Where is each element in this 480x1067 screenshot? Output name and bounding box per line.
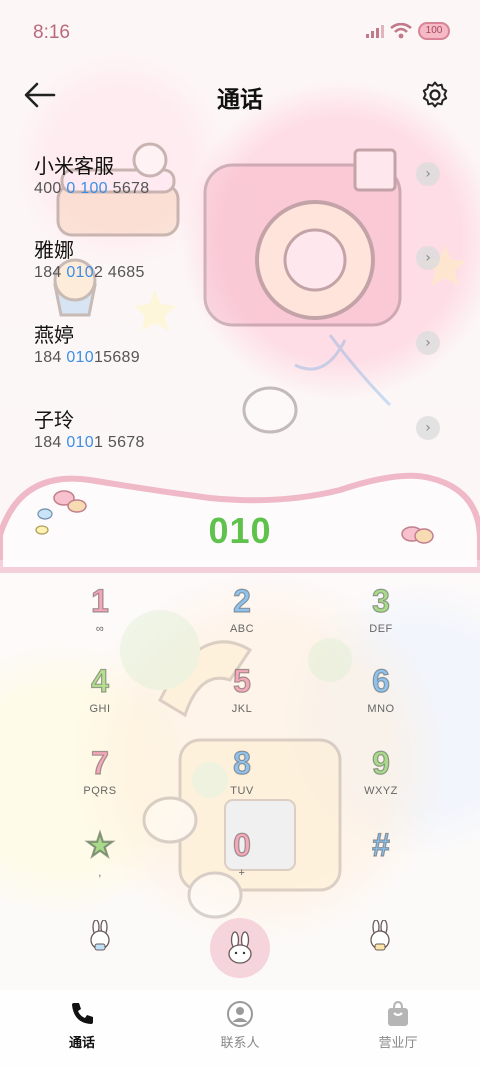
contact-name: 雅娜 <box>34 238 74 262</box>
contact-name: 燕婷 <box>34 323 74 347</box>
bunny-call-icon <box>228 931 252 964</box>
recent-call-item[interactable]: 小米客服 400 0 100 5678 › <box>0 138 480 222</box>
phone-number: 400 0 100 5678 <box>34 180 149 198</box>
battery-icon: 100 <box>418 22 450 40</box>
key-letters: MNO <box>367 703 395 715</box>
wifi-icon <box>390 23 412 39</box>
number-match-highlight: 010 <box>66 349 94 366</box>
store-bag-icon <box>388 1000 408 1026</box>
tab-calls[interactable]: 通话 <box>32 1000 132 1051</box>
dial-key-3[interactable]: 3 DEF <box>331 583 431 654</box>
key-letters: PQRS <box>83 785 117 797</box>
key-digit: 2 <box>232 583 251 619</box>
tab-store[interactable]: 营业厅 <box>348 1000 448 1051</box>
recent-call-item[interactable]: 燕婷 184 01015689 › <box>0 307 480 391</box>
number-part: 184 <box>34 434 67 451</box>
contact-name: 子玲 <box>34 408 74 432</box>
status-bar: 8:16 100 <box>0 0 480 68</box>
recent-call-item[interactable]: 雅娜 184 0102 4685 › <box>0 222 480 306</box>
number-match-highlight: 010 <box>66 264 94 281</box>
tab-label: 联系人 <box>220 1036 260 1051</box>
details-chevron-icon[interactable]: › <box>416 162 440 186</box>
phone-number: 184 01015689 <box>34 349 140 367</box>
number-part: 1 5678 <box>93 434 145 451</box>
key-digit: 4 <box>90 663 109 699</box>
dial-key-5[interactable]: 5 JKL <box>192 663 292 734</box>
phone-icon <box>72 1003 93 1024</box>
dialed-number-display[interactable]: 010 <box>0 510 480 552</box>
tab-label: 通话 <box>68 1036 95 1051</box>
key-digit: 7 <box>90 745 109 781</box>
number-part: 2 4685 <box>93 264 145 281</box>
status-time: 8:16 <box>33 22 70 43</box>
key-digit: 6 <box>371 663 390 699</box>
phone-number: 184 0102 4685 <box>34 264 145 282</box>
key-digit: 9 <box>371 745 390 781</box>
dial-key-7[interactable]: 7 PQRS <box>50 745 150 816</box>
key-digit: # <box>371 827 390 863</box>
key-letters: TUV <box>230 785 254 797</box>
contact-name: 小米客服 <box>34 154 114 178</box>
number-part: 5678 <box>107 180 150 197</box>
number-part: 15689 <box>93 349 140 366</box>
key-digit: 5 <box>232 663 251 699</box>
recent-call-item[interactable]: 子玲 184 0101 5678 › <box>0 392 480 476</box>
details-chevron-icon[interactable]: › <box>416 246 440 270</box>
contact-icon <box>227 1001 253 1027</box>
signal-icon <box>366 25 384 38</box>
phone-number: 184 0101 5678 <box>34 434 145 452</box>
details-chevron-icon[interactable]: › <box>416 416 440 440</box>
details-chevron-icon[interactable]: › <box>416 331 440 355</box>
key-digit: 3 <box>371 583 390 619</box>
key-digit: 1 <box>90 583 109 619</box>
key-letters: ABC <box>229 623 255 635</box>
sim-card-bunny-icon[interactable] <box>368 920 392 952</box>
key-letters: GHI <box>89 703 111 715</box>
key-letters: ∞ <box>95 623 105 635</box>
number-match-highlight: 010 <box>66 434 94 451</box>
dial-key-1[interactable]: 1 ∞ <box>50 583 150 654</box>
number-match-highlight: 0 100 <box>66 180 108 197</box>
dial-key-6[interactable]: 6 MNO <box>331 663 431 734</box>
number-part: 184 <box>34 349 67 366</box>
key-letters: JKL <box>231 703 253 715</box>
tab-label: 营业厅 <box>378 1036 418 1051</box>
status-icons: 100 <box>366 22 450 40</box>
key-digit: ★ <box>85 827 115 863</box>
dial-key-hash[interactable]: # <box>331 827 431 898</box>
dial-call-button[interactable] <box>210 918 270 978</box>
number-part: 184 <box>34 264 67 281</box>
number-part: 400 <box>34 180 67 197</box>
dial-key-star[interactable]: ★, <box>50 827 150 898</box>
key-digit: 0 <box>232 827 251 863</box>
settings-gear-icon[interactable] <box>420 80 450 110</box>
dial-key-2[interactable]: 2 ABC <box>192 583 292 654</box>
dial-key-0[interactable]: 0 + <box>192 827 292 898</box>
key-digit: 8 <box>232 745 251 781</box>
page-title: 通话 <box>217 87 263 113</box>
dial-key-4[interactable]: 4 GHI <box>50 663 150 734</box>
sim-card-bunny-icon[interactable] <box>88 920 112 952</box>
key-letters: , <box>98 867 102 879</box>
dial-key-9[interactable]: 9 WXYZ <box>331 745 431 816</box>
tab-contacts[interactable]: 联系人 <box>190 1000 290 1051</box>
app-header: 通话 <box>0 68 480 124</box>
key-letters: + <box>238 867 246 879</box>
bottom-navigation: 通话 联系人 营业厅 <box>0 990 480 1067</box>
key-letters: WXYZ <box>364 785 398 797</box>
key-letters: DEF <box>369 623 393 635</box>
dial-key-8[interactable]: 8 TUV <box>192 745 292 816</box>
